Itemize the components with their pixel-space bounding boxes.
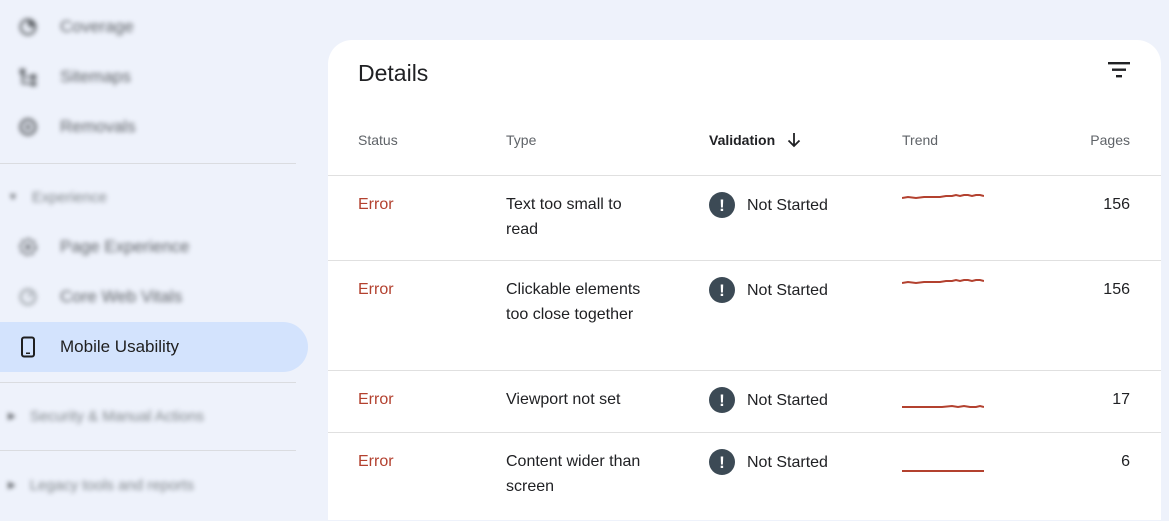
caret-right-icon: ▶	[8, 410, 16, 422]
section-label: Security & Manual Actions	[29, 407, 204, 425]
caret-right-icon: ▶	[8, 479, 16, 491]
trend-sparkline	[902, 395, 985, 420]
section-header-experience[interactable]: ▼ Experience	[0, 182, 300, 212]
sidebar-item-label: Sitemaps	[60, 67, 131, 86]
table-row[interactable]: Error Clickable elements too close toget…	[328, 260, 1161, 371]
validation-status: ! Not Started	[709, 387, 828, 413]
trend-sparkline	[901, 271, 985, 296]
filter-icon	[1108, 62, 1130, 78]
sidebar-item-label: Page Experience	[60, 237, 190, 256]
smartphone-icon	[16, 335, 40, 359]
core-web-vitals-icon	[16, 285, 40, 309]
column-header-type[interactable]: Type	[506, 132, 536, 148]
sidebar-divider	[0, 450, 296, 451]
validation-status: ! Not Started	[709, 192, 828, 218]
removals-icon	[16, 115, 40, 139]
validation-status: ! Not Started	[709, 277, 828, 303]
exclamation-icon: !	[709, 277, 735, 303]
section-label: Experience	[31, 188, 107, 206]
type-text: Content wider than screen	[506, 453, 641, 495]
sidebar: Coverage Sitemaps Removals ▼ Experience …	[0, 0, 328, 504]
section-label: Legacy tools and reports	[29, 476, 194, 494]
table-row[interactable]: Error Viewport not set ! Not Started 17	[328, 370, 1161, 433]
pages-count: 6	[1121, 453, 1130, 470]
column-header-validation[interactable]: Validation	[709, 132, 801, 151]
page-experience-icon	[16, 235, 40, 259]
column-header-status[interactable]: Status	[358, 132, 398, 148]
sidebar-item-removals[interactable]: Removals	[0, 102, 308, 152]
column-header-trend: Trend	[902, 132, 939, 148]
details-card: Details Status Type Validation Trend Pag…	[328, 40, 1161, 520]
column-header-pages[interactable]: Pages	[1090, 132, 1130, 148]
sidebar-item-label: Mobile Usability	[60, 337, 180, 356]
validation-text: Not Started	[747, 391, 828, 409]
filter-button[interactable]	[1105, 56, 1133, 84]
pages-count: 156	[1103, 196, 1130, 213]
sidebar-item-sitemaps[interactable]: Sitemaps	[0, 52, 308, 102]
type-text: Viewport not set	[506, 391, 621, 408]
validation-text: Not Started	[747, 196, 828, 214]
pages-count: 17	[1112, 391, 1130, 408]
status-text: Error	[358, 391, 394, 408]
status-text: Error	[358, 453, 394, 470]
status-text: Error	[358, 281, 394, 298]
section-header-legacy[interactable]: ▶ Legacy tools and reports	[0, 470, 300, 500]
type-text: Clickable elements too close together	[506, 281, 641, 323]
status-text: Error	[358, 196, 394, 213]
validation-text: Not Started	[747, 281, 828, 299]
caret-down-icon: ▼	[8, 191, 18, 203]
sidebar-item-label: Coverage	[60, 17, 134, 36]
exclamation-icon: !	[709, 387, 735, 413]
table-row[interactable]: Error Content wider than screen ! Not St…	[328, 432, 1161, 521]
sidebar-item-coverage[interactable]: Coverage	[0, 2, 308, 52]
sidebar-item-page-experience[interactable]: Page Experience	[0, 222, 308, 272]
sidebar-divider	[0, 163, 296, 164]
sidebar-item-mobile-usability[interactable]: Mobile Usability	[0, 322, 308, 372]
exclamation-icon: !	[709, 449, 735, 475]
sidebar-item-label: Removals	[60, 117, 136, 136]
sidebar-divider	[0, 382, 296, 383]
column-header-label: Validation	[709, 132, 776, 149]
details-title: Details	[358, 60, 429, 86]
sitemaps-icon	[16, 65, 40, 89]
validation-status: ! Not Started	[709, 449, 828, 475]
sidebar-item-core-web-vitals[interactable]: Core Web Vitals	[0, 272, 308, 322]
section-header-security[interactable]: ▶ Security & Manual Actions	[0, 401, 300, 431]
coverage-icon	[16, 15, 40, 39]
pages-count: 156	[1103, 281, 1130, 298]
sidebar-item-label: Core Web Vitals	[60, 287, 183, 306]
trend-sparkline	[901, 186, 985, 211]
validation-text: Not Started	[747, 453, 828, 471]
trend-sparkline	[902, 459, 984, 484]
arrow-down-icon	[787, 132, 801, 151]
exclamation-icon: !	[709, 192, 735, 218]
type-text: Text too small to read	[506, 196, 622, 238]
table-row[interactable]: Error Text too small to read ! Not Start…	[328, 175, 1161, 261]
